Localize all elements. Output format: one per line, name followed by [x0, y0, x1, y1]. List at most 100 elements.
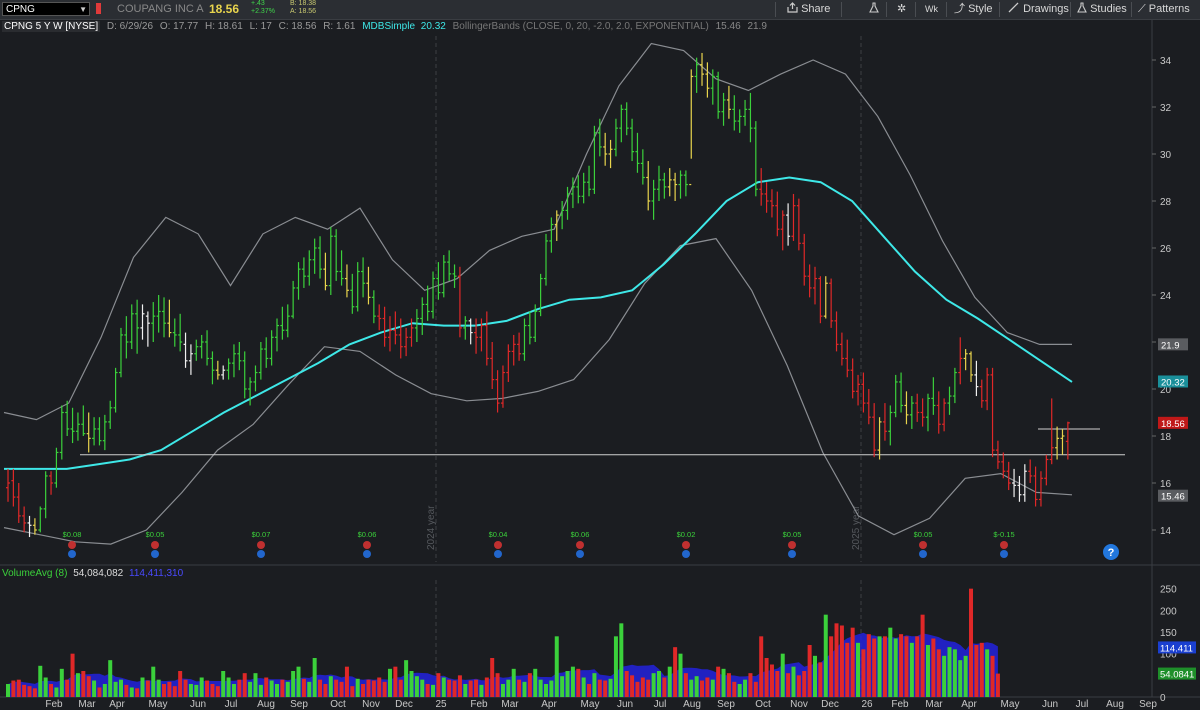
price-bar	[613, 118, 618, 157]
symbol-selector[interactable]: CPNG ▼	[2, 2, 90, 16]
style-button[interactable]: ⤴ Style	[954, 0, 993, 19]
top-toolbar: CPNG ▼ COUPANG INC A 18.56 +.43 +2.37% B…	[0, 0, 1200, 20]
volume-bar	[6, 684, 10, 697]
volume-bar	[533, 668, 538, 697]
volume-bar	[301, 678, 306, 697]
price-bar	[135, 299, 140, 354]
volume-bar	[995, 673, 1000, 697]
volume-bar	[683, 673, 688, 697]
time-axis-label: Aug	[1106, 699, 1124, 710]
volume-bar	[656, 671, 661, 697]
volume-bar	[549, 680, 554, 697]
patterns-button[interactable]: ⟋ Patterns	[1138, 0, 1190, 19]
volume-bar	[511, 668, 516, 697]
price-bar	[188, 344, 193, 375]
alert-flag-icon[interactable]	[96, 3, 101, 14]
volume-bar	[366, 679, 371, 697]
time-axis-label: Jun	[190, 699, 206, 710]
legend-date: D: 6/29/26	[106, 21, 154, 32]
legend-high: H: 18.61	[204, 21, 243, 32]
volume-bar	[963, 655, 968, 697]
volume-bar	[597, 679, 602, 697]
price-bar	[210, 351, 215, 385]
price-bar	[818, 276, 823, 324]
year-marker-label: 2024 year	[426, 505, 437, 550]
volume-bar	[850, 627, 855, 697]
volume-bar	[118, 679, 123, 697]
price-bar	[409, 318, 414, 347]
price-bar	[1012, 468, 1017, 498]
volume-bar	[716, 666, 721, 697]
drawings-button[interactable]: Drawings	[1008, 0, 1069, 19]
volume-bar	[129, 687, 134, 697]
volume-bar	[748, 673, 753, 697]
price-bar	[1049, 398, 1054, 465]
help-icon-label: ?	[1108, 547, 1115, 559]
change-block: +.43 +2.37%	[251, 0, 275, 16]
volume-bar	[43, 677, 48, 697]
price-bar	[151, 302, 156, 342]
share-button[interactable]: Share	[787, 0, 830, 19]
price-bar	[517, 332, 522, 361]
volume-bar	[554, 636, 559, 697]
volume-bar	[624, 671, 629, 697]
volume-bar	[630, 675, 635, 697]
volume-bar	[845, 642, 850, 697]
price-bar	[296, 262, 301, 300]
volume-bar	[275, 684, 279, 697]
price-bar	[38, 506, 43, 533]
toolbar-separator	[841, 2, 842, 17]
volume-bar	[877, 636, 882, 697]
settings-button[interactable]: ✲	[897, 0, 906, 19]
volume-bar	[888, 627, 893, 697]
volume-bar	[11, 680, 16, 697]
price-bar	[603, 132, 608, 166]
volume-bar	[441, 677, 446, 697]
price-bar	[737, 109, 742, 133]
price-bar	[716, 71, 721, 119]
volume-bar	[361, 684, 366, 697]
style-icon: ⤴	[954, 3, 965, 15]
volume-bar	[409, 671, 414, 697]
volume-bar	[700, 680, 705, 697]
price-bar	[97, 417, 102, 446]
volume-bar	[285, 681, 290, 697]
flask-button[interactable]	[869, 0, 879, 19]
volume-bar	[156, 679, 161, 697]
interval-label: Wk	[925, 4, 938, 14]
price-bar	[592, 125, 597, 194]
volume-bar	[205, 680, 210, 697]
price-bar	[484, 311, 489, 366]
price-bar	[963, 349, 968, 371]
bb-legend-label: BollingerBands (CLOSE, 0, 20, -2.0, 2.0,…	[452, 21, 709, 32]
volume-bar	[522, 681, 527, 697]
volume-bar	[474, 679, 479, 697]
toolbar-separator	[775, 2, 776, 17]
price-bar	[646, 161, 651, 211]
volume-tick-label: 250	[1160, 585, 1177, 596]
price-bar	[952, 367, 957, 404]
dividend-icon	[576, 541, 584, 549]
volume-bar	[839, 625, 844, 697]
bb-upper-tag-bg	[1158, 338, 1188, 351]
price-bar	[307, 250, 312, 286]
price-bar	[183, 332, 188, 368]
price-bar	[899, 372, 904, 413]
dividend-label: $0.07	[252, 530, 271, 539]
price-bar	[339, 250, 344, 286]
price-bar	[1017, 475, 1022, 502]
legend-range: R: 1.61	[323, 21, 356, 32]
volume-bar	[334, 679, 339, 697]
price-tick-label: 32	[1160, 103, 1172, 114]
interval-button[interactable]: Wk	[925, 0, 938, 19]
price-bar	[544, 233, 548, 286]
price-bar	[813, 266, 817, 305]
volume-bar	[780, 653, 785, 697]
volume-bar	[947, 647, 952, 697]
volume-bar	[544, 684, 548, 697]
studies-button[interactable]: Studies	[1077, 0, 1127, 19]
price-bar	[6, 468, 10, 502]
mdb-price-tag-bg	[1158, 375, 1188, 388]
price-bar	[829, 278, 834, 328]
price-chart[interactable]: 2024 year 2025 year $0.08 $0.05 $0.07 $0.06 $…	[0, 0, 1200, 710]
